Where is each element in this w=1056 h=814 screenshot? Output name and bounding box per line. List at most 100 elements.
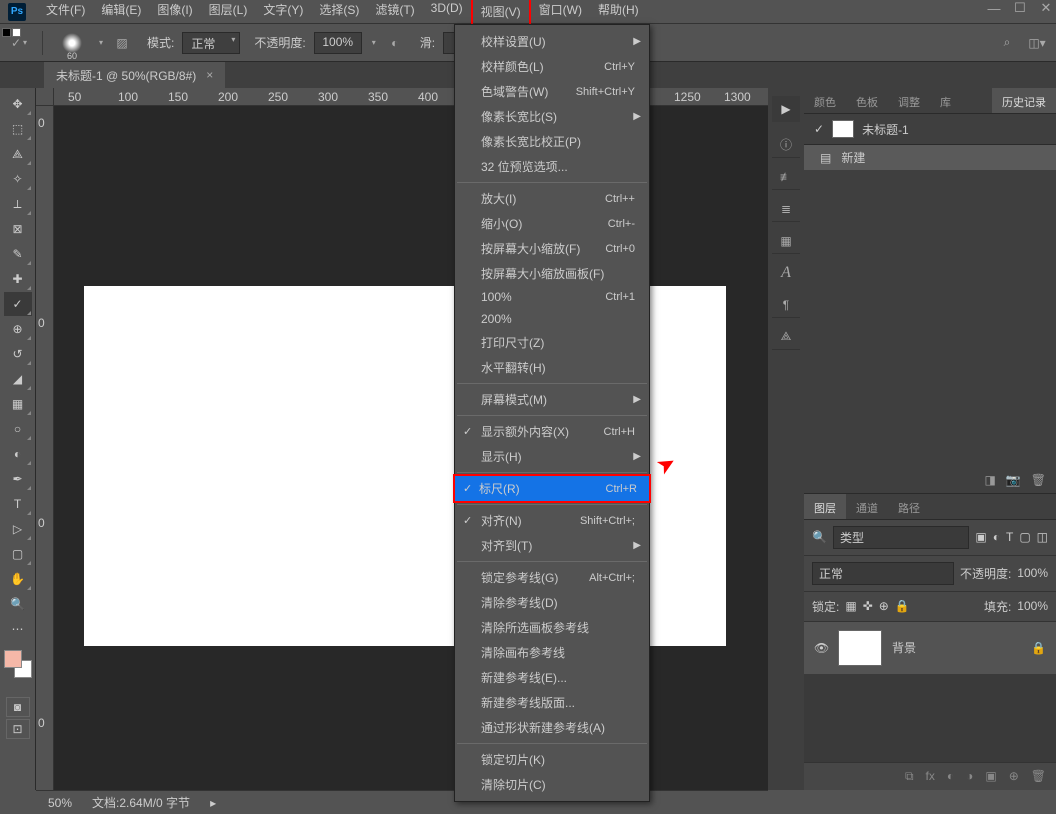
foreground-color[interactable] <box>4 650 22 668</box>
close-icon[interactable]: ✕ <box>1040 2 1052 14</box>
menu-窗口[interactable]: 窗口(W) <box>531 0 590 26</box>
info-icon[interactable]: ⓘ <box>772 132 800 158</box>
history-snapshot[interactable]: ✓ 未标题-1 <box>804 114 1056 145</box>
filter-shape-icon[interactable]: ▢ <box>1019 530 1030 544</box>
lock-all-icon[interactable]: 🔒 <box>895 599 910 613</box>
view-menu-item[interactable]: 放大(I)Ctrl++ <box>455 186 649 211</box>
horizontal-ruler[interactable]: 50100150200250300350400125013001350 <box>54 88 768 106</box>
menu-图层[interactable]: 图层(L) <box>201 0 256 26</box>
quick-select-tool[interactable]: ✧ <box>4 167 32 191</box>
view-menu-item[interactable]: 像素长宽比(S)▶ <box>455 104 649 129</box>
view-menu-item[interactable]: 锁定切片(K) <box>455 747 649 772</box>
menu-图像[interactable]: 图像(I) <box>149 0 200 26</box>
ruler-origin[interactable] <box>36 88 54 106</box>
workspace-icon[interactable]: ◫▾ <box>1026 32 1048 54</box>
lock-artboard-icon[interactable]: ⊕ <box>879 599 889 613</box>
view-menu-item[interactable]: 屏幕模式(M)▶ <box>455 387 649 412</box>
filter-adjust-icon[interactable]: ◐ <box>993 530 1000 544</box>
maximize-icon[interactable]: ☐ <box>1014 2 1026 14</box>
group-icon[interactable]: ▣ <box>985 769 996 784</box>
eraser-tool[interactable]: ◢ <box>4 367 32 391</box>
lasso-tool[interactable]: ⟁ <box>4 142 32 166</box>
crop-tool[interactable]: ⟂ <box>4 192 32 216</box>
edit-toolbar[interactable]: ⋯ <box>4 617 32 641</box>
styles-icon[interactable]: ≣ <box>772 196 800 222</box>
view-menu-item[interactable]: 色域警告(W)Shift+Ctrl+Y <box>455 79 649 104</box>
blend-mode-select[interactable]: 正常▾ <box>182 32 240 54</box>
lock-position-icon[interactable]: ✜ <box>863 599 873 613</box>
type-tool[interactable]: T <box>4 492 32 516</box>
pen-tool[interactable]: ✒ <box>4 467 32 491</box>
view-menu-item[interactable]: ✓显示额外内容(X)Ctrl+H <box>455 419 649 444</box>
view-menu-item[interactable]: ✓标尺(R)Ctrl+R <box>453 474 651 503</box>
filter-pixel-icon[interactable]: ▣ <box>975 530 986 544</box>
menu-文字[interactable]: 文字(Y) <box>255 0 311 26</box>
tab-adjustments[interactable]: 调整 <box>888 88 930 113</box>
gradient-tool[interactable]: ▦ <box>4 392 32 416</box>
marquee-tool[interactable]: ⬚ <box>4 117 32 141</box>
view-menu-item[interactable]: 新建参考线版面... <box>455 690 649 715</box>
3d-icon[interactable]: ⟁ <box>772 324 800 350</box>
healing-tool[interactable]: ✚ <box>4 267 32 291</box>
vertical-ruler[interactable]: 0000 <box>36 106 54 790</box>
fx-icon[interactable]: fx <box>926 769 935 784</box>
new-snapshot-icon[interactable]: ◨ <box>984 473 995 487</box>
shape-tool[interactable]: ▢ <box>4 542 32 566</box>
layer-filter-select[interactable]: 类型 <box>833 526 969 549</box>
mask-icon[interactable]: ◐ <box>947 769 954 784</box>
layer-blend-select[interactable]: 正常 <box>812 562 954 585</box>
screen-mode-icon[interactable]: ⊡ <box>6 719 30 739</box>
path-tool[interactable]: ▷ <box>4 517 32 541</box>
adjustments-icon[interactable]: ≢ <box>772 164 800 190</box>
eyedropper-tool[interactable]: ✎ <box>4 242 32 266</box>
view-menu-item[interactable]: ✓对齐(N)Shift+Ctrl+; <box>455 508 649 533</box>
menu-视图[interactable]: 视图(V) <box>471 0 531 26</box>
delete-icon[interactable]: 🗑 <box>1031 769 1046 784</box>
swatches-icon[interactable]: ▦ <box>772 228 800 254</box>
menu-文件[interactable]: 文件(F) <box>38 0 93 26</box>
menu-3D[interactable]: 3D(D) <box>423 0 471 26</box>
view-menu-item[interactable]: 新建参考线(E)... <box>455 665 649 690</box>
clone-tool[interactable]: ⊕ <box>4 317 32 341</box>
layer-name[interactable]: 背景 <box>892 639 916 656</box>
view-menu-item[interactable]: 对齐到(T)▶ <box>455 533 649 558</box>
view-menu-item[interactable]: 水平翻转(H) <box>455 355 649 380</box>
tab-close-icon[interactable]: × <box>206 68 213 82</box>
pressure-opacity-icon[interactable]: ◐ <box>384 32 406 54</box>
hand-tool[interactable]: ✋ <box>4 567 32 591</box>
menu-编辑[interactable]: 编辑(E) <box>93 0 149 26</box>
tab-libraries[interactable]: 库 <box>930 88 961 113</box>
trash-icon[interactable]: 🗑 <box>1031 473 1046 487</box>
history-brush-tool[interactable]: ↺ <box>4 342 32 366</box>
new-layer-icon[interactable]: ⊕ <box>1009 769 1019 784</box>
view-menu-item[interactable]: 显示(H)▶ <box>455 444 649 469</box>
tab-history[interactable]: 历史记录 <box>992 88 1056 113</box>
filter-type-icon[interactable]: T <box>1006 530 1013 544</box>
color-swatches[interactable] <box>4 650 32 678</box>
view-menu-item[interactable]: 100%Ctrl+1 <box>455 286 649 308</box>
tab-swatches[interactable]: 色板 <box>846 88 888 113</box>
view-menu-item[interactable]: 校样设置(U)▶ <box>455 29 649 54</box>
paragraph-icon[interactable]: ¶ <box>772 292 800 318</box>
zoom-level[interactable]: 50% <box>48 796 72 810</box>
layer-thumbnail[interactable] <box>838 630 882 666</box>
filter-smart-icon[interactable]: ◫ <box>1037 530 1048 544</box>
history-item[interactable]: ▤ 新建 <box>804 145 1056 170</box>
tab-paths[interactable]: 路径 <box>888 494 930 519</box>
visibility-icon[interactable]: 👁 <box>814 641 828 655</box>
lock-pixels-icon[interactable]: ▦ <box>845 599 856 613</box>
brush-tool[interactable]: ✓ <box>4 292 32 316</box>
doc-info[interactable]: 文档:2.64M/0 字节 <box>92 794 190 811</box>
link-icon[interactable]: ⧉ <box>905 769 914 784</box>
view-menu-item[interactable]: 200% <box>455 308 649 330</box>
minimize-icon[interactable]: — <box>988 2 1000 14</box>
search-icon[interactable]: ⌕ <box>996 32 1018 54</box>
dodge-tool[interactable]: ◐ <box>4 442 32 466</box>
adjustment-icon[interactable]: ◑ <box>966 769 973 784</box>
quick-mask-icon[interactable]: ◙ <box>6 697 30 717</box>
layer-row[interactable]: 👁 背景 🔒 <box>804 622 1056 674</box>
opacity-input[interactable]: 100% <box>314 32 362 54</box>
tab-color[interactable]: 颜色 <box>804 88 846 113</box>
brush-preset[interactable]: 60 <box>55 26 89 60</box>
tab-channels[interactable]: 通道 <box>846 494 888 519</box>
